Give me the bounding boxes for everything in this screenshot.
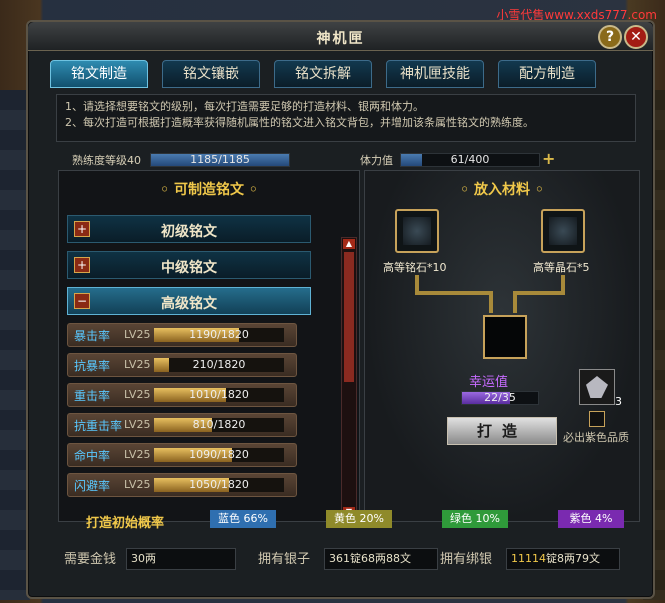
tab-inscription-disassemble[interactable]: 铭文拆解 bbox=[274, 60, 372, 88]
craftable-inscriptions-title-text: 可制造铭文 bbox=[174, 182, 244, 198]
proficiency-value: 1185/1185 bbox=[190, 153, 250, 166]
help-button[interactable]: ? bbox=[598, 25, 622, 49]
materials-title: ◦ 放入材料 ◦ bbox=[460, 182, 544, 198]
inscription-level: LV25 bbox=[124, 478, 151, 491]
dragon-stone-icon bbox=[403, 217, 431, 245]
inscription-progress: 1090/1820 bbox=[154, 448, 284, 462]
inscription-level: LV25 bbox=[124, 358, 151, 371]
luck-stone-count: 3 bbox=[615, 395, 622, 408]
inscription-progress: 1050/1820 bbox=[154, 478, 284, 492]
category-basic[interactable]: + 初级铭文 bbox=[67, 215, 311, 243]
category-intermediate-label: 中级铭文 bbox=[161, 260, 217, 276]
instructions-box: 1、请选择想要铭文的级别，每次打造需要足够的打造材料、银两和体力。 2、每次打造… bbox=[56, 94, 636, 142]
tab-inscription-craft[interactable]: 铭文制造 bbox=[50, 60, 148, 88]
luck-value: 22/35 bbox=[484, 391, 516, 404]
craftable-inscriptions-panel: ◦ 可制造铭文 ◦ + 初级铭文 + 中级铭文 − 高级铭文 暴击率 LV25 11… bbox=[58, 170, 360, 522]
luck-label: 幸运值 bbox=[469, 375, 509, 390]
stamina-label: 体力值 bbox=[360, 154, 393, 167]
inscription-item[interactable]: 命中率 LV25 1090/1820 bbox=[67, 443, 297, 467]
material-label-2: 高等晶石*5 bbox=[533, 261, 590, 274]
inscription-name: 抗重击率 bbox=[74, 419, 123, 433]
purple-quality-label: 必出紫色品质 bbox=[563, 431, 629, 444]
inscription-progress: 1010/1820 bbox=[154, 388, 284, 402]
category-advanced-label: 高级铭文 bbox=[161, 296, 217, 312]
close-button[interactable]: ✕ bbox=[624, 25, 648, 49]
crystal-icon bbox=[586, 376, 608, 398]
inscription-progress-value: 1010/1820 bbox=[189, 388, 249, 401]
inscription-level: LV25 bbox=[124, 328, 151, 341]
tab-inscription-inlay[interactable]: 铭文镶嵌 bbox=[162, 60, 260, 88]
list-scrollbar[interactable]: ▲ ▼ bbox=[341, 237, 357, 519]
proficiency-bar: 1185/1185 bbox=[150, 153, 290, 167]
prob-purple: 紫色 4% bbox=[558, 510, 624, 528]
category-basic-label: 初级铭文 bbox=[161, 224, 217, 240]
inscription-progress: 210/1820 bbox=[154, 358, 284, 372]
inscription-progress: 1190/1820 bbox=[154, 328, 284, 342]
inscription-progress-value: 210/1820 bbox=[192, 358, 246, 371]
purple-quality-checkbox[interactable] bbox=[589, 411, 605, 427]
inscription-name: 闪避率 bbox=[74, 479, 111, 493]
inscription-progress-value: 810/1820 bbox=[192, 418, 246, 431]
silver-value: 361锭68两88文 bbox=[324, 548, 438, 570]
bound-silver-value-ingots: 11114 bbox=[511, 552, 546, 565]
material-slot-inscription-stone[interactable] bbox=[395, 209, 439, 253]
scroll-thumb[interactable] bbox=[344, 252, 354, 382]
inscription-progress-value: 1050/1820 bbox=[189, 478, 249, 491]
inscription-progress: 810/1820 bbox=[154, 418, 284, 432]
material-slot-crystal-stone[interactable] bbox=[541, 209, 585, 253]
silver-label: 拥有银子 bbox=[258, 552, 311, 567]
shenjixia-window: 神机匣 ? ✕ 铭文制造 铭文镶嵌 铭文拆解 神机匣技能 配方制造 1、请选择想… bbox=[26, 20, 655, 599]
title-bar[interactable]: 神机匣 ? ✕ bbox=[28, 22, 653, 51]
inscription-level: LV25 bbox=[124, 448, 151, 461]
pipe-right-h bbox=[515, 291, 565, 295]
bound-silver-value-rest: 锭8两79文 bbox=[546, 552, 600, 565]
bound-silver-label: 拥有绑银 bbox=[440, 552, 493, 567]
inscription-name: 暴击率 bbox=[74, 329, 111, 343]
inscription-name: 命中率 bbox=[74, 449, 111, 463]
inscription-progress-value: 1190/1820 bbox=[189, 328, 249, 341]
luck-stone-slot[interactable]: 3 bbox=[579, 369, 622, 408]
inscription-item[interactable]: 暴击率 LV25 1190/1820 bbox=[67, 323, 297, 347]
prob-yellow: 黄色 20% bbox=[326, 510, 392, 528]
stamina-value: 61/400 bbox=[450, 153, 490, 166]
inscription-name: 重击率 bbox=[74, 389, 111, 403]
proficiency-label: 熟练度等级40 bbox=[72, 154, 141, 167]
add-stamina-icon[interactable]: + bbox=[542, 149, 555, 168]
inscription-name: 抗暴率 bbox=[74, 359, 111, 373]
category-intermediate[interactable]: + 中级铭文 bbox=[67, 251, 311, 279]
inscription-item[interactable]: 抗暴率 LV25 210/1820 bbox=[67, 353, 297, 377]
prob-green: 绿色 10% bbox=[442, 510, 508, 528]
instruction-line-2: 2、每次打造可根据打造概率获得随机属性的铭文进入铭文背包，并增加该条属性铭文的熟… bbox=[65, 116, 534, 129]
tab-device-skills[interactable]: 神机匣技能 bbox=[386, 60, 484, 88]
craftable-inscriptions-title: ◦ 可制造铭文 ◦ bbox=[160, 182, 258, 198]
pipe-down-left bbox=[489, 291, 493, 313]
inscription-item[interactable]: 抗重击率 LV25 810/1820 bbox=[67, 413, 297, 437]
luck-bar: 22/35 bbox=[461, 391, 539, 405]
prob-blue: 蓝色 66% bbox=[210, 510, 276, 528]
inscription-level: LV25 bbox=[124, 388, 151, 401]
tab-recipe-craft[interactable]: 配方制造 bbox=[498, 60, 596, 88]
gold-cost-value: 30两 bbox=[126, 548, 236, 570]
pipe-left-h bbox=[415, 291, 491, 295]
forge-button[interactable]: 打造 bbox=[447, 417, 557, 445]
inscription-item[interactable]: 闪避率 LV25 1050/1820 bbox=[67, 473, 297, 497]
probability-label: 打造初始概率 bbox=[86, 516, 165, 531]
materials-title-text: 放入材料 bbox=[474, 182, 530, 198]
dragon-crystal-icon bbox=[549, 217, 577, 245]
inscription-level: LV25 bbox=[124, 418, 151, 431]
gold-cost-label: 需要金钱 bbox=[64, 552, 117, 567]
pipe-down-right bbox=[513, 291, 517, 313]
window-title: 神机匣 bbox=[316, 31, 365, 47]
category-advanced[interactable]: − 高级铭文 bbox=[67, 287, 311, 315]
material-label-1: 高等铭石*10 bbox=[383, 261, 447, 274]
instruction-line-1: 1、请选择想要铭文的级别，每次打造需要足够的打造材料、银两和体力。 bbox=[65, 100, 424, 113]
materials-panel: ◦ 放入材料 ◦ 高等铭石*10 高等晶石*5 幸运值 22/35 3 打造 必… bbox=[364, 170, 640, 522]
inscription-progress-value: 1090/1820 bbox=[189, 448, 249, 461]
inscription-item[interactable]: 重击率 LV25 1010/1820 bbox=[67, 383, 297, 407]
bound-silver-value: 11114锭8两79文 bbox=[506, 548, 620, 570]
stamina-bar: 61/400 bbox=[400, 153, 540, 167]
scroll-up-icon[interactable]: ▲ bbox=[343, 239, 355, 249]
result-slot[interactable] bbox=[483, 315, 527, 359]
probability-row: 打造初始概率 蓝色 66% 黄色 20% 绿色 10% 紫色 4% bbox=[64, 508, 644, 532]
